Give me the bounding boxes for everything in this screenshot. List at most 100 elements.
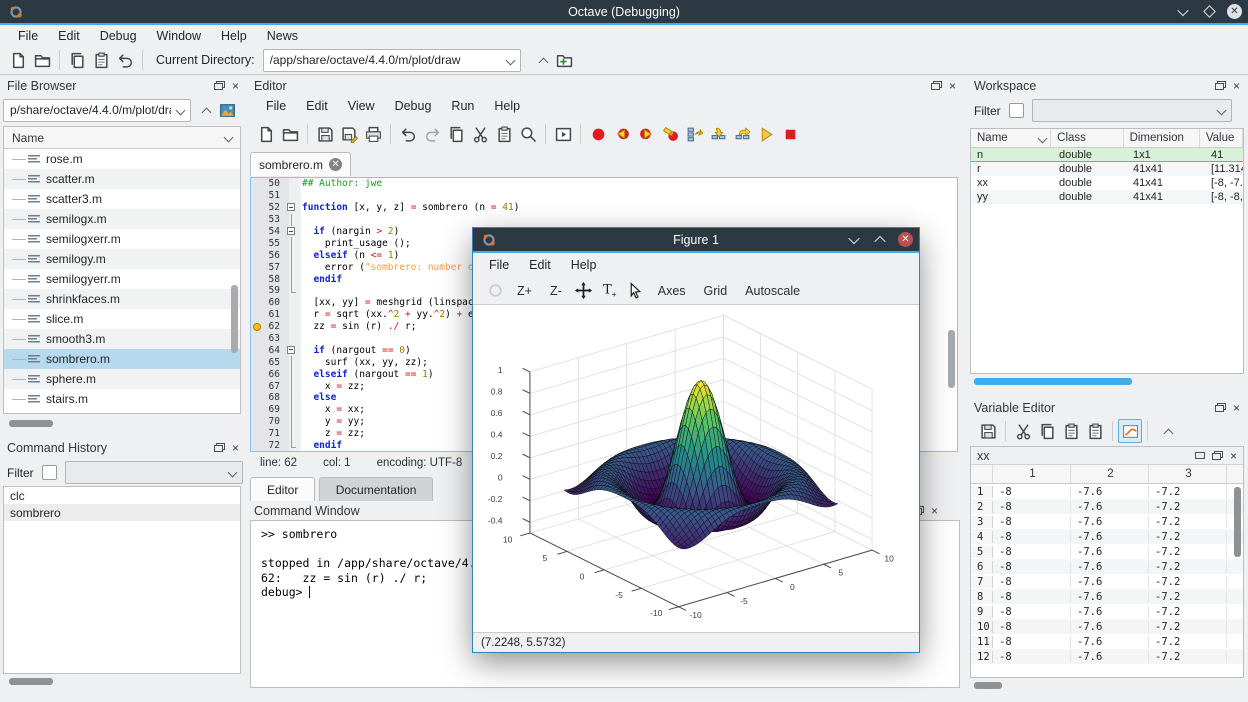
menu-window[interactable]: Window <box>147 27 211 45</box>
file-row-semilogx.m[interactable]: semilogx.m <box>4 209 240 229</box>
menu-help[interactable]: Help <box>561 256 607 274</box>
history-filter-combobox[interactable] <box>65 461 243 484</box>
open-file-icon[interactable] <box>278 122 302 146</box>
file-browser-name-header[interactable]: Name <box>4 127 240 149</box>
variable-row-8[interactable]: 8-8-7.6-7.2 <box>971 589 1243 604</box>
fold-marker-icon[interactable] <box>287 203 295 211</box>
variable-col-3[interactable]: 3 <box>1149 465 1227 483</box>
workspace-row-n[interactable]: ndouble1x141 <box>971 148 1243 162</box>
file-row-semilogy.m[interactable]: semilogy.m <box>4 249 240 269</box>
open-file-icon[interactable] <box>30 48 54 72</box>
current-directory-combobox[interactable]: /app/share/octave/4.4.0/m/plot/draw <box>263 49 521 72</box>
workspace-filter-checkbox[interactable] <box>1009 103 1024 118</box>
redo-icon[interactable] <box>420 122 444 146</box>
fold-column[interactable] <box>285 202 299 214</box>
new-script-icon[interactable] <box>254 122 278 146</box>
file-row-sombrero.m[interactable]: sombrero.m <box>4 349 240 369</box>
file-row-stairs.m[interactable]: stairs.m <box>4 389 240 409</box>
rotate-icon[interactable] <box>483 279 507 303</box>
float-panel-icon[interactable] <box>1215 403 1226 412</box>
variable-row-11[interactable]: 11-8-7.6-7.2 <box>971 634 1243 649</box>
save-icon[interactable] <box>976 419 1000 443</box>
paste-icon[interactable] <box>492 122 516 146</box>
find-icon[interactable] <box>516 122 540 146</box>
step-out-icon[interactable] <box>730 122 754 146</box>
toggle-breakpoint-icon[interactable] <box>586 122 610 146</box>
variable-row-12[interactable]: 12-8-7.6-7.2 <box>971 649 1243 664</box>
main-titlebar[interactable]: Octave (Debugging) ✕ <box>0 0 1248 23</box>
fold-marker-icon[interactable] <box>287 346 295 354</box>
menu-help[interactable]: Help <box>484 97 530 115</box>
file-row-semilogyerr.m[interactable]: semilogyerr.m <box>4 269 240 289</box>
file-browser-hscrollbar[interactable] <box>9 420 53 427</box>
file-browser-vscrollbar[interactable] <box>231 285 238 353</box>
save-icon[interactable] <box>313 122 337 146</box>
menu-file[interactable]: File <box>479 256 519 274</box>
workspace-table-header[interactable]: NameClassDimensionValue <box>971 129 1243 148</box>
float-panel-icon[interactable] <box>1215 81 1226 90</box>
close-panel-icon[interactable]: × <box>1230 450 1237 462</box>
zoom-out-button[interactable]: Z- <box>542 282 570 300</box>
undo-icon[interactable] <box>396 122 420 146</box>
variable-row-1[interactable]: 1-8-7.6-7.2 <box>971 484 1243 499</box>
workspace-col-dimension[interactable]: Dimension <box>1124 129 1200 147</box>
menu-file[interactable]: File <box>8 27 48 45</box>
file-row-shrinkfaces.m[interactable]: shrinkfaces.m <box>4 289 240 309</box>
maximize-button[interactable] <box>1201 4 1217 20</box>
step-in-icon[interactable] <box>706 122 730 146</box>
copy-icon[interactable] <box>444 122 468 146</box>
float-panel-icon[interactable] <box>931 81 942 90</box>
fold-column[interactable] <box>285 344 299 356</box>
continue-icon[interactable] <box>754 122 778 146</box>
fold-column[interactable] <box>285 226 299 238</box>
maximize-button[interactable] <box>872 232 888 248</box>
command-history-hscrollbar[interactable] <box>9 678 53 685</box>
stop-icon[interactable] <box>778 122 802 146</box>
copy-icon[interactable] <box>1035 419 1059 443</box>
editor-vscrollbar[interactable] <box>948 330 955 388</box>
variable-row-5[interactable]: 5-8-7.6-7.2 <box>971 544 1243 559</box>
variable-row-7[interactable]: 7-8-7.6-7.2 <box>971 574 1243 589</box>
workspace-col-value[interactable]: Value <box>1200 129 1243 147</box>
variable-table-header[interactable]: 123 <box>971 465 1243 484</box>
grid-button[interactable]: Grid <box>696 282 736 300</box>
workspace-row-xx[interactable]: xxdouble41x41[-8, -7.6 <box>971 176 1243 190</box>
variable-col-1[interactable]: 1 <box>993 465 1071 483</box>
zoom-in-button[interactable]: Z+ <box>509 282 540 300</box>
float-panel-icon[interactable] <box>214 443 225 452</box>
directory-up-button[interactable] <box>529 48 553 72</box>
close-panel-icon[interactable]: × <box>1233 80 1240 92</box>
close-panel-icon[interactable]: × <box>931 505 938 517</box>
history-item[interactable]: sombrero <box>4 504 240 521</box>
variable-row-2[interactable]: 2-8-7.6-7.2 <box>971 499 1243 514</box>
save-as-icon[interactable] <box>337 122 361 146</box>
plot-variable-icon[interactable] <box>1118 419 1142 443</box>
file-row-semilogxerr.m[interactable]: semilogxerr.m <box>4 229 240 249</box>
tab-editor[interactable]: Editor <box>250 477 315 501</box>
file-row-rose.m[interactable]: rose.m <box>4 149 240 169</box>
browse-directories-icon[interactable] <box>553 48 577 72</box>
history-filter-checkbox[interactable] <box>42 465 57 480</box>
insert-text-icon[interactable]: T+ <box>598 279 622 303</box>
menu-debug[interactable]: Debug <box>90 27 147 45</box>
cut-icon[interactable] <box>1011 419 1035 443</box>
close-panel-icon[interactable]: × <box>1233 402 1240 414</box>
history-item[interactable]: clc <box>4 487 240 504</box>
variable-row-10[interactable]: 10-8-7.6-7.2 <box>971 619 1243 634</box>
minimize-button[interactable] <box>846 232 862 248</box>
pan-icon[interactable] <box>572 279 596 303</box>
new-script-icon[interactable] <box>6 48 30 72</box>
float-panel-icon[interactable] <box>1212 451 1223 460</box>
workspace-filter-combobox[interactable] <box>1032 99 1232 122</box>
figure-canvas[interactable]: -10-50510-10-50510-0.4-0.200.20.40.60.81 <box>473 305 919 632</box>
menu-debug[interactable]: Debug <box>385 97 442 115</box>
select-pointer-icon[interactable] <box>624 279 648 303</box>
browser-up-button[interactable] <box>191 98 215 122</box>
paste-icon[interactable] <box>1059 419 1083 443</box>
tab-close-icon[interactable]: ✕ <box>329 158 342 171</box>
fold-marker-icon[interactable] <box>287 227 295 235</box>
workspace-row-yy[interactable]: yydouble41x41[-8, -8, - <box>971 190 1243 204</box>
workspace-row-r[interactable]: rdouble41x41[11.314 <box>971 162 1243 176</box>
menu-help[interactable]: Help <box>211 27 257 45</box>
copy-icon[interactable] <box>65 48 89 72</box>
